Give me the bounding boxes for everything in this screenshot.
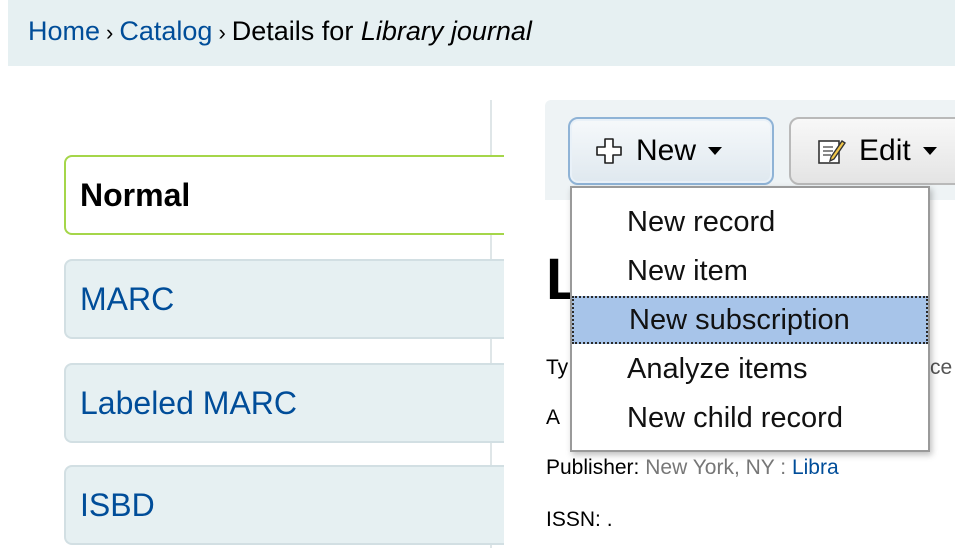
menu-item-analyze-items[interactable]: Analyze items — [572, 345, 928, 393]
breadcrumb-current-title: Library journal — [360, 16, 532, 46]
edit-button[interactable]: Edit — [789, 117, 955, 185]
breadcrumb-separator: › — [218, 20, 226, 45]
breadcrumb-home-link[interactable]: Home — [28, 16, 100, 46]
new-dropdown-menu: New record New item New subscription Ana… — [570, 186, 930, 452]
tab-normal[interactable]: Normal — [64, 155, 504, 235]
publisher-label: Publisher: — [546, 456, 640, 479]
tab-labeled-marc[interactable]: Labeled MARC — [64, 363, 504, 443]
publisher-value: New York, NY : — [645, 456, 787, 479]
issn-label: ISSN: — [546, 508, 601, 531]
menu-item-new-subscription[interactable]: New subscription — [572, 296, 928, 344]
breadcrumb-separator: › — [106, 20, 114, 45]
menu-item-new-item[interactable]: New item — [572, 247, 928, 295]
record-type-fragment: Ty — [546, 356, 569, 379]
plus-icon — [594, 136, 624, 166]
menu-item-new-child-record[interactable]: New child record — [572, 394, 928, 442]
edit-icon — [815, 135, 847, 167]
record-type-tail: ce — [930, 356, 953, 379]
breadcrumb-current-prefix: Details for — [231, 16, 361, 46]
publisher-link[interactable]: Libra — [792, 456, 839, 479]
menu-item-new-record[interactable]: New record — [572, 198, 928, 246]
breadcrumb-catalog-link[interactable]: Catalog — [119, 16, 212, 46]
tab-marc[interactable]: MARC — [64, 259, 504, 339]
breadcrumb: Home › Catalog › Details for Library journal — [8, 0, 955, 66]
chevron-down-icon — [708, 147, 723, 155]
issn-value: . — [606, 508, 613, 531]
record-issn: ISSN: . — [546, 508, 613, 532]
new-button[interactable]: New — [568, 117, 774, 185]
chevron-down-icon — [922, 147, 937, 155]
edit-button-label: Edit — [859, 134, 911, 167]
record-author-fragment: A — [546, 406, 561, 429]
record-publisher: Publisher: New York, NY : Libra — [546, 456, 839, 480]
new-button-label: New — [636, 134, 697, 167]
tab-isbd[interactable]: ISBD — [64, 465, 504, 545]
